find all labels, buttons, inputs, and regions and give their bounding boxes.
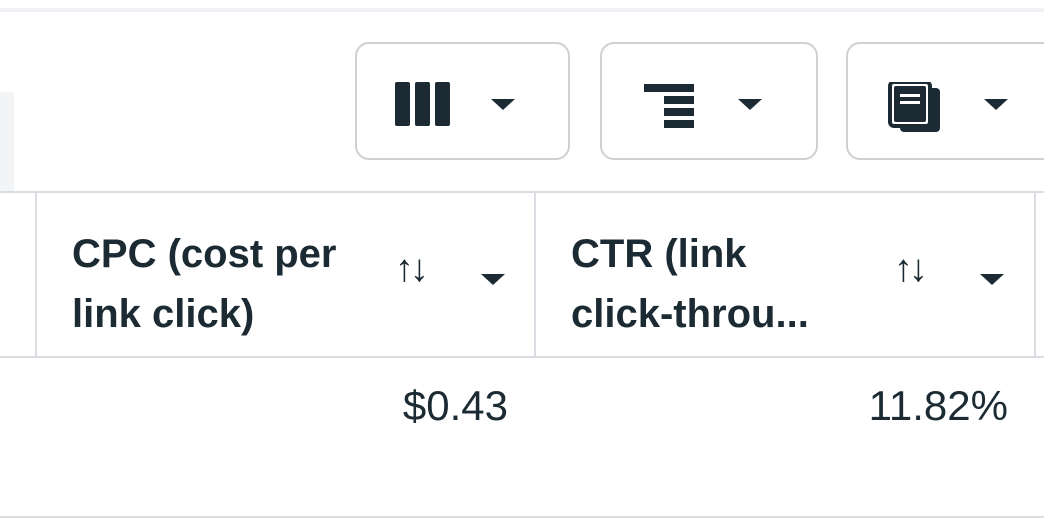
- cpc-value: $0.43: [402, 382, 508, 429]
- sort-icon[interactable]: ↑↓: [894, 249, 928, 289]
- chevron-down-icon[interactable]: [980, 274, 1004, 285]
- column-header-label: CTR (link click-throu...: [571, 232, 809, 336]
- chevron-down-icon: [984, 99, 1008, 110]
- column-header-ctr[interactable]: CTR (link click-throu... ↑↓: [536, 191, 1034, 356]
- column-header-label: CPC (cost per link click): [72, 232, 337, 336]
- column-divider: [1034, 191, 1036, 356]
- row-bottom-border: [0, 516, 1044, 518]
- header-bottom-border: [0, 356, 1044, 358]
- chevron-down-icon: [491, 99, 515, 110]
- table-toolbar: [0, 0, 1044, 190]
- ctr-value: 11.82%: [868, 382, 1008, 429]
- column-header-cpc[interactable]: CPC (cost per link click) ↑↓: [37, 191, 534, 356]
- columns-dropdown-button[interactable]: [355, 42, 570, 160]
- chevron-down-icon[interactable]: [481, 274, 505, 285]
- reports-dropdown-button[interactable]: [846, 42, 1044, 160]
- reports-icon: [888, 82, 940, 132]
- breakdown-icon: [644, 84, 694, 128]
- breakdown-dropdown-button[interactable]: [600, 42, 818, 160]
- metrics-table: CPC (cost per link click) ↑↓ CTR (link c…: [0, 191, 1044, 526]
- chevron-down-icon: [738, 99, 762, 110]
- columns-icon: [395, 82, 450, 126]
- sort-icon[interactable]: ↑↓: [395, 249, 429, 289]
